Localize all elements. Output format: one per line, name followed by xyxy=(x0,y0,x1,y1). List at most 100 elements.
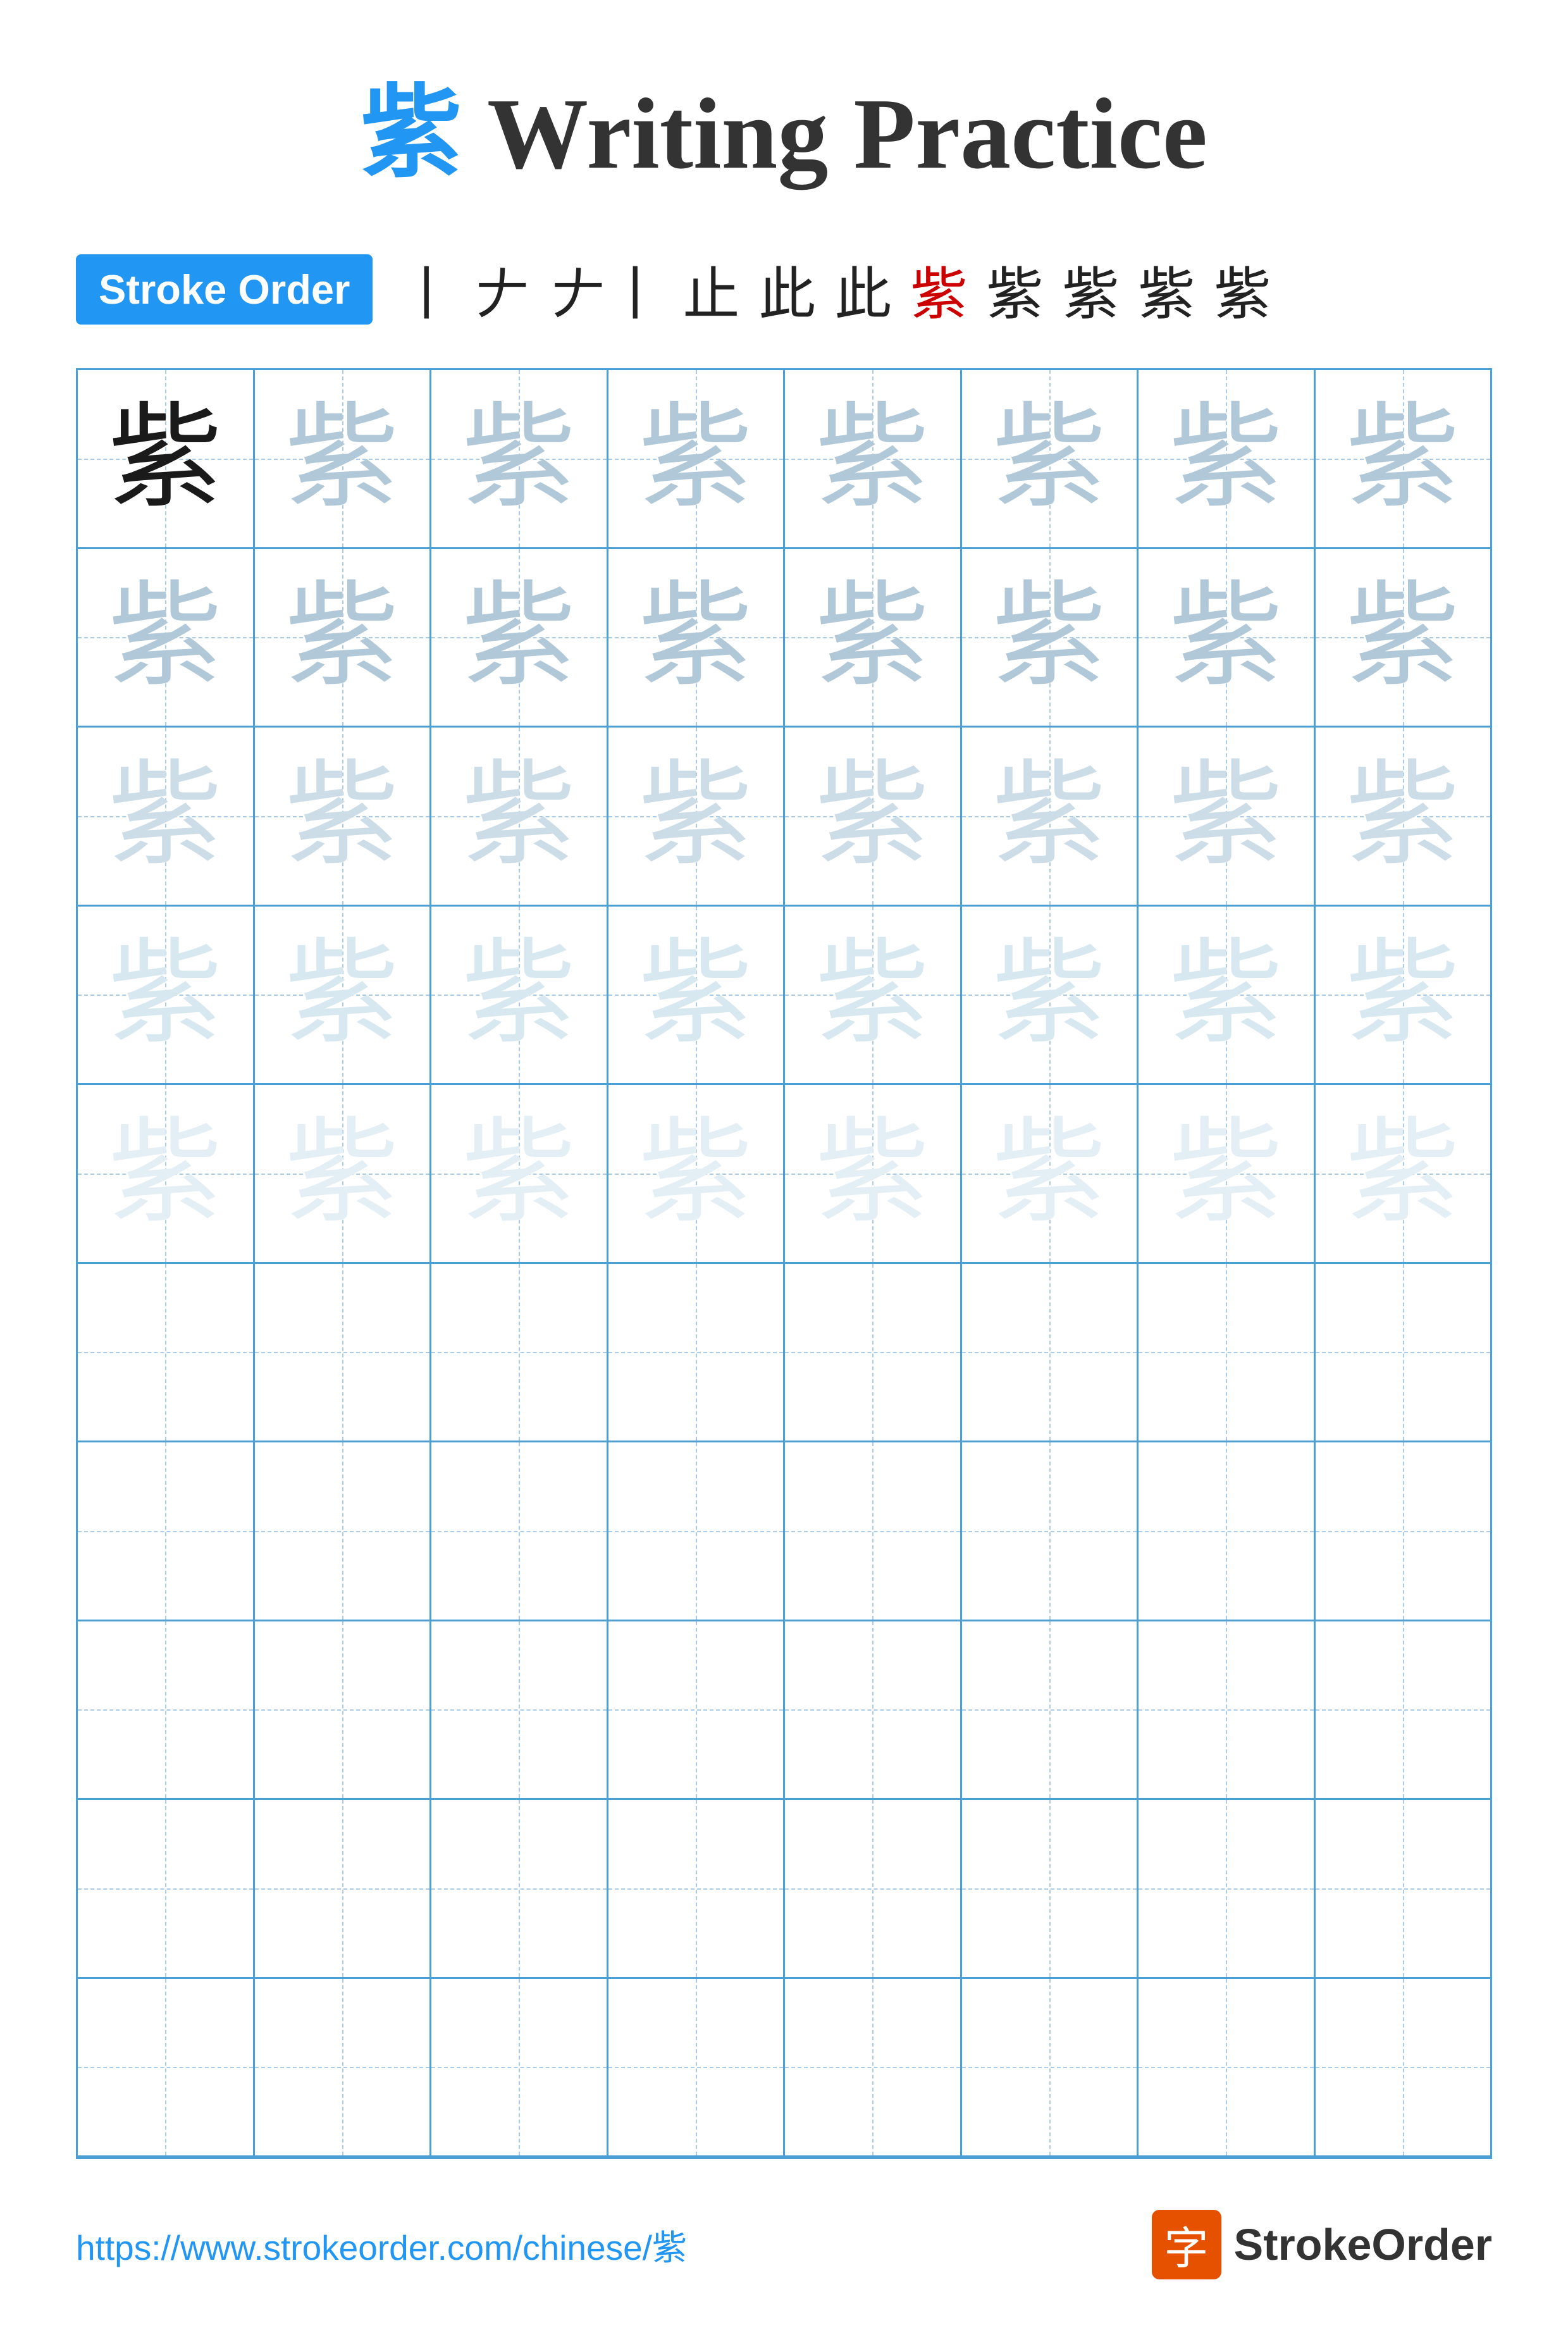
grid-cell-10-8[interactable] xyxy=(1316,1979,1491,2156)
stroke-sequence: 丨 𠂇 𠂇丨 止 此 此 紫 紫 紫 紫 紫 xyxy=(398,248,1492,330)
grid-cell-7-2[interactable] xyxy=(255,1442,432,1620)
grid-cell-3-6[interactable]: 紫 xyxy=(962,728,1139,905)
footer-url[interactable]: https://www.strokeorder.com/chinese/紫 xyxy=(76,2219,687,2270)
grid-cell-10-7[interactable] xyxy=(1139,1979,1316,2156)
grid-cell-7-6[interactable] xyxy=(962,1442,1139,1620)
logo-icon: 字 xyxy=(1152,2210,1221,2279)
char-display: 紫 xyxy=(285,759,399,873)
grid-cell-3-8[interactable]: 紫 xyxy=(1316,728,1491,905)
grid-cell-5-3[interactable]: 紫 xyxy=(431,1085,608,1262)
grid-cell-5-7[interactable]: 紫 xyxy=(1139,1085,1316,1262)
grid-cell-7-5[interactable] xyxy=(785,1442,962,1620)
grid-cell-10-6[interactable] xyxy=(962,1979,1139,2156)
char-display: 紫 xyxy=(462,580,576,694)
grid-row-10 xyxy=(78,1979,1490,2158)
grid-cell-3-3[interactable]: 紫 xyxy=(431,728,608,905)
grid-cell-1-7[interactable]: 紫 xyxy=(1139,370,1316,547)
char-display: 紫 xyxy=(639,580,753,694)
grid-cell-5-1[interactable]: 紫 xyxy=(78,1085,255,1262)
grid-cell-5-4[interactable]: 紫 xyxy=(608,1085,786,1262)
grid-cell-7-4[interactable] xyxy=(608,1442,786,1620)
grid-cell-1-2[interactable]: 紫 xyxy=(255,370,432,547)
grid-cell-3-1[interactable]: 紫 xyxy=(78,728,255,905)
grid-cell-2-6[interactable]: 紫 xyxy=(962,549,1139,726)
grid-cell-2-5[interactable]: 紫 xyxy=(785,549,962,726)
char-display: 紫 xyxy=(1346,402,1460,516)
grid-cell-4-8[interactable]: 紫 xyxy=(1316,907,1491,1084)
grid-cell-4-6[interactable]: 紫 xyxy=(962,907,1139,1084)
grid-cell-3-2[interactable]: 紫 xyxy=(255,728,432,905)
char-display: 紫 xyxy=(992,759,1106,873)
grid-cell-6-7[interactable] xyxy=(1139,1264,1316,1441)
grid-cell-10-4[interactable] xyxy=(608,1979,786,2156)
grid-cell-9-5[interactable] xyxy=(785,1800,962,1977)
char-display: 紫 xyxy=(1169,402,1283,516)
grid-cell-9-7[interactable] xyxy=(1139,1800,1316,1977)
grid-cell-8-5[interactable] xyxy=(785,1621,962,1799)
grid-cell-4-3[interactable]: 紫 xyxy=(431,907,608,1084)
grid-cell-8-4[interactable] xyxy=(608,1621,786,1799)
grid-cell-1-8[interactable]: 紫 xyxy=(1316,370,1491,547)
grid-cell-10-5[interactable] xyxy=(785,1979,962,2156)
grid-cell-3-4[interactable]: 紫 xyxy=(608,728,786,905)
grid-cell-1-6[interactable]: 紫 xyxy=(962,370,1139,547)
grid-cell-2-4[interactable]: 紫 xyxy=(608,549,786,726)
grid-cell-8-2[interactable] xyxy=(255,1621,432,1799)
grid-cell-8-3[interactable] xyxy=(431,1621,608,1799)
grid-cell-9-3[interactable] xyxy=(431,1800,608,1977)
grid-cell-7-3[interactable] xyxy=(431,1442,608,1620)
grid-cell-4-5[interactable]: 紫 xyxy=(785,907,962,1084)
grid-cell-6-4[interactable] xyxy=(608,1264,786,1441)
grid-row-3: 紫 紫 紫 紫 紫 紫 紫 紫 xyxy=(78,728,1490,907)
grid-cell-10-1[interactable] xyxy=(78,1979,255,2156)
stroke-step-8: 紫 xyxy=(986,248,1043,330)
grid-cell-10-2[interactable] xyxy=(255,1979,432,2156)
grid-cell-10-3[interactable] xyxy=(431,1979,608,2156)
grid-cell-2-7[interactable]: 紫 xyxy=(1139,549,1316,726)
grid-cell-6-3[interactable] xyxy=(431,1264,608,1441)
grid-cell-5-6[interactable]: 紫 xyxy=(962,1085,1139,1262)
grid-cell-5-2[interactable]: 紫 xyxy=(255,1085,432,1262)
page: 紫 Writing Practice Stroke Order 丨 𠂇 𠂇丨 止… xyxy=(0,0,1568,2330)
grid-cell-6-8[interactable] xyxy=(1316,1264,1491,1441)
grid-cell-5-5[interactable]: 紫 xyxy=(785,1085,962,1262)
grid-cell-1-4[interactable]: 紫 xyxy=(608,370,786,547)
grid-cell-2-3[interactable]: 紫 xyxy=(431,549,608,726)
grid-cell-4-2[interactable]: 紫 xyxy=(255,907,432,1084)
stroke-step-7: 紫 xyxy=(910,248,967,330)
grid-cell-1-3[interactable]: 紫 xyxy=(431,370,608,547)
char-display: 紫 xyxy=(1346,938,1460,1051)
grid-cell-8-7[interactable] xyxy=(1139,1621,1316,1799)
grid-cell-1-1[interactable]: 紫 xyxy=(78,370,255,547)
grid-cell-4-7[interactable]: 紫 xyxy=(1139,907,1316,1084)
char-display: 紫 xyxy=(285,938,399,1051)
grid-cell-6-6[interactable] xyxy=(962,1264,1139,1441)
grid-cell-2-1[interactable]: 紫 xyxy=(78,549,255,726)
grid-cell-6-1[interactable] xyxy=(78,1264,255,1441)
grid-cell-2-8[interactable]: 紫 xyxy=(1316,549,1491,726)
grid-row-7 xyxy=(78,1442,1490,1621)
grid-cell-8-1[interactable] xyxy=(78,1621,255,1799)
practice-grid[interactable]: 紫 紫 紫 紫 紫 紫 紫 紫 紫 紫 紫 紫 紫 紫 紫 紫 紫 紫 紫 紫 … xyxy=(76,368,1492,2159)
grid-cell-8-6[interactable] xyxy=(962,1621,1139,1799)
grid-cell-6-5[interactable] xyxy=(785,1264,962,1441)
grid-cell-9-8[interactable] xyxy=(1316,1800,1491,1977)
grid-cell-9-2[interactable] xyxy=(255,1800,432,1977)
grid-cell-9-1[interactable] xyxy=(78,1800,255,1977)
grid-cell-6-2[interactable] xyxy=(255,1264,432,1441)
grid-cell-8-8[interactable] xyxy=(1316,1621,1491,1799)
grid-cell-7-8[interactable] xyxy=(1316,1442,1491,1620)
grid-cell-4-4[interactable]: 紫 xyxy=(608,907,786,1084)
char-display: 紫 xyxy=(639,938,753,1051)
grid-cell-9-6[interactable] xyxy=(962,1800,1139,1977)
grid-cell-7-7[interactable] xyxy=(1139,1442,1316,1620)
grid-cell-5-8[interactable]: 紫 xyxy=(1316,1085,1491,1262)
grid-cell-4-1[interactable]: 紫 xyxy=(78,907,255,1084)
grid-cell-2-2[interactable]: 紫 xyxy=(255,549,432,726)
char-display: 紫 xyxy=(1169,580,1283,694)
grid-cell-9-4[interactable] xyxy=(608,1800,786,1977)
grid-cell-1-5[interactable]: 紫 xyxy=(785,370,962,547)
grid-cell-3-7[interactable]: 紫 xyxy=(1139,728,1316,905)
grid-cell-3-5[interactable]: 紫 xyxy=(785,728,962,905)
grid-cell-7-1[interactable] xyxy=(78,1442,255,1620)
